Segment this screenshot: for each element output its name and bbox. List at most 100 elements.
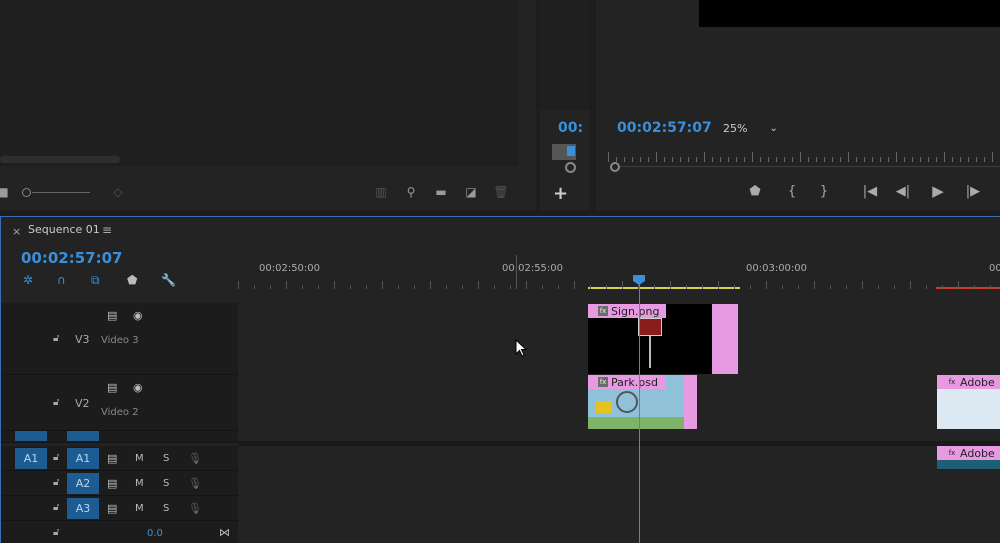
step-forward-button[interactable]: |▶: [964, 182, 982, 200]
ruler-tick: [398, 285, 399, 289]
clip-title-bar: fx Adobe: [937, 375, 1000, 389]
timeline-timecode[interactable]: 00:02:57:07: [21, 249, 123, 267]
mute-button[interactable]: M: [135, 503, 144, 514]
add-button[interactable]: +: [553, 183, 568, 204]
ruler-tick: [382, 281, 383, 289]
trash-icon[interactable]: 🗑: [492, 183, 510, 201]
toggle-sync-lock-icon[interactable]: ▤: [107, 381, 117, 394]
master-volume-value[interactable]: 0.0: [147, 528, 163, 539]
track-target-a1[interactable]: A1: [67, 448, 99, 469]
horizontal-scrollbar[interactable]: [0, 156, 120, 163]
new-item-icon[interactable]: ◪: [462, 183, 480, 201]
lock-icon[interactable]: 🔓︎: [53, 502, 59, 513]
mini-scroll-knob[interactable]: [565, 162, 576, 173]
ruler-tick: [670, 281, 671, 289]
new-bin-icon[interactable]: ▬: [432, 183, 450, 201]
sequence-tab[interactable]: Sequence 01: [28, 223, 100, 236]
sort-icon[interactable]: ◇: [109, 183, 127, 201]
clip-transition-tail: [684, 375, 697, 429]
source-patch-a1[interactable]: A1: [15, 448, 47, 469]
mark-out-button[interactable]: }: [818, 182, 830, 200]
ruler-label: 00: [989, 263, 1000, 274]
eye-icon[interactable]: ◉: [133, 309, 143, 322]
lock-icon[interactable]: 🔓︎: [53, 333, 59, 344]
search-icon[interactable]: ⚲: [402, 183, 420, 201]
program-scrollbar[interactable]: [620, 166, 1000, 167]
list-view-icon[interactable]: ■: [0, 183, 12, 201]
eye-icon[interactable]: ◉: [133, 381, 143, 394]
track-a2[interactable]: [238, 471, 1000, 496]
clip-park-psd[interactable]: fx Park.psd: [588, 375, 697, 429]
solo-button[interactable]: S: [163, 478, 169, 489]
microphone-icon[interactable]: 🎙︎: [188, 477, 202, 490]
source-patch-v1[interactable]: [15, 431, 47, 441]
mini-timecode[interactable]: 00:: [558, 120, 583, 136]
track-label-v3[interactable]: V3: [75, 333, 90, 346]
track-a3[interactable]: [238, 496, 1000, 521]
mute-button[interactable]: M: [135, 453, 144, 464]
wrench-icon[interactable]: 🔧: [161, 273, 176, 287]
icon-size-slider-knob[interactable]: [22, 188, 31, 197]
solo-button[interactable]: S: [163, 503, 169, 514]
nest-toggle-icon[interactable]: ✲: [23, 273, 33, 287]
ruler-tick: [958, 281, 959, 289]
panel-menu-icon[interactable]: ≡: [102, 223, 112, 237]
track-target-a2[interactable]: A2: [67, 473, 99, 494]
lock-icon[interactable]: 🔓︎: [53, 527, 59, 538]
toggle-sync-lock-icon[interactable]: ▤: [107, 452, 117, 465]
park-ground-thumbnail: [588, 417, 684, 429]
program-time-ruler[interactable]: [608, 148, 1000, 162]
add-marker-button[interactable]: ⬟: [748, 182, 762, 200]
ruler-tick: [558, 285, 559, 289]
expand-tracks-icon[interactable]: ⋈: [219, 526, 230, 539]
mark-in-button[interactable]: {: [786, 182, 798, 200]
mute-button[interactable]: M: [135, 478, 144, 489]
ruler-tick: [920, 157, 921, 162]
toggle-sync-lock-icon[interactable]: ▤: [107, 502, 117, 515]
lock-icon[interactable]: 🔓︎: [53, 452, 59, 463]
mini-playhead-icon[interactable]: [567, 146, 575, 156]
toggle-sync-lock-icon[interactable]: ▤: [107, 309, 117, 322]
ruler-tick: [270, 285, 271, 289]
playhead-line[interactable]: [639, 283, 640, 543]
ruler-tick: [704, 152, 705, 162]
ruler-tick: [936, 157, 937, 162]
clip-title-bar: fx Sign.png: [588, 304, 666, 318]
play-button[interactable]: ▶: [930, 182, 946, 200]
close-icon[interactable]: ×: [12, 225, 21, 238]
add-marker-icon[interactable]: ⬟: [127, 273, 137, 287]
microphone-icon[interactable]: 🎙︎: [188, 452, 202, 465]
track-master[interactable]: [238, 521, 1000, 543]
microphone-icon[interactable]: 🎙︎: [188, 502, 202, 515]
ruler-tick: [768, 157, 769, 162]
go-to-in-button[interactable]: |◀: [861, 182, 879, 200]
ruler-tick: [414, 285, 415, 289]
track-target-v1[interactable]: [67, 431, 99, 441]
mini-monitor-panel: 00: +: [540, 0, 590, 210]
clip-adobe-v1[interactable]: fx Adobe: [937, 446, 1000, 469]
lock-icon[interactable]: 🔓︎: [53, 477, 59, 488]
zoom-level-value: 25%: [723, 121, 748, 135]
track-label-v2[interactable]: V2: [75, 397, 90, 410]
ruler-tick: [904, 157, 905, 162]
snap-icon[interactable]: ∩: [57, 273, 66, 287]
solo-button[interactable]: S: [163, 453, 169, 464]
program-timecode[interactable]: 00:02:57:07: [617, 120, 712, 136]
track-target-a3[interactable]: A3: [67, 498, 99, 519]
track-a1[interactable]: [238, 446, 1000, 471]
clip-sign-png[interactable]: fx Sign.png: [588, 304, 738, 374]
program-video-frame: [699, 0, 1000, 27]
lock-icon[interactable]: 🔓︎: [53, 397, 59, 408]
zoom-level-select[interactable]: 25% ⌄: [721, 120, 783, 136]
timeline-time-ruler[interactable]: 00:02:50:00 00:02:55:00 00:03:00:00 00: [238, 255, 1000, 289]
automate-icon[interactable]: ▥: [372, 183, 390, 201]
clip-adobe-v2[interactable]: fx Adobe: [937, 375, 1000, 429]
icon-size-slider[interactable]: [32, 192, 90, 193]
toggle-sync-lock-icon[interactable]: ▤: [107, 477, 117, 490]
ruler-tick: [728, 157, 729, 162]
step-back-button[interactable]: ◀|: [894, 182, 912, 200]
ruler-tick: [992, 152, 993, 162]
ruler-tick: [640, 157, 641, 162]
program-scroll-knob[interactable]: [610, 162, 620, 172]
linked-selection-icon[interactable]: ⧉: [91, 273, 100, 287]
